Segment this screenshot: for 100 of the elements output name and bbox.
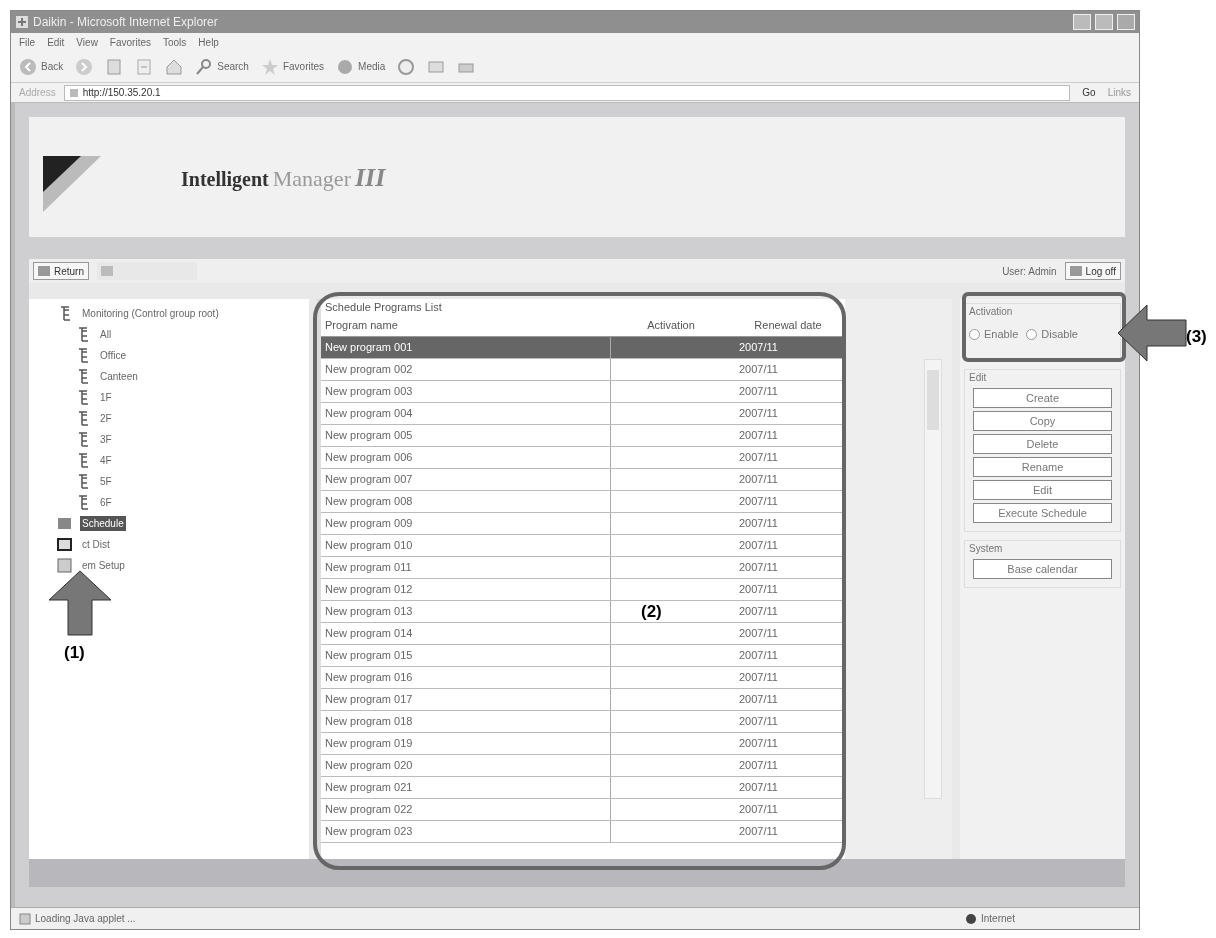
- table-cell: New program 004: [321, 403, 611, 424]
- radio-option[interactable]: Disable: [1026, 326, 1078, 343]
- tree-item[interactable]: 1F: [98, 390, 114, 405]
- table-row[interactable]: New program 014 2007/11: [321, 623, 845, 645]
- address-label: Address: [19, 86, 56, 100]
- status-text: Loading Java applet ...: [35, 912, 136, 926]
- table-row[interactable]: New program 019 2007/11: [321, 733, 845, 755]
- tree-item[interactable]: 6F: [98, 495, 114, 510]
- table-row[interactable]: New program 005 2007/11: [321, 425, 845, 447]
- media-button[interactable]: Media: [336, 57, 386, 76]
- table-row[interactable]: New program 006 2007/11: [321, 447, 845, 469]
- favorites-button[interactable]: Favorites: [260, 57, 325, 76]
- tree-item[interactable]: ct Dist: [80, 537, 112, 552]
- table-cell-text: 2007/11: [738, 670, 779, 686]
- table-cell: New program 016: [321, 667, 611, 688]
- table-row[interactable]: New program 004 2007/11: [321, 403, 845, 425]
- tree-item[interactable]: Monitoring (Control group root): [80, 306, 221, 321]
- table-row[interactable]: New program 003 2007/11: [321, 381, 845, 403]
- log-off-button[interactable]: Log off: [1064, 262, 1121, 280]
- globe-icon: [965, 912, 977, 925]
- table-cell: New program 008: [321, 491, 611, 512]
- search-button[interactable]: Search: [195, 57, 249, 76]
- table-row[interactable]: New program 023 2007/11: [321, 821, 845, 843]
- callout-arrow: [48, 570, 112, 636]
- table-cell: New program 012: [321, 579, 611, 600]
- table-row[interactable]: New program 022 2007/11: [321, 799, 845, 821]
- tree-item[interactable]: Office: [98, 348, 128, 363]
- tree-item[interactable]: Schedule: [80, 516, 126, 531]
- forward-button[interactable]: [75, 57, 94, 76]
- table-row[interactable]: New program 012 2007/11: [321, 579, 845, 601]
- table-cell: New program 013: [321, 601, 611, 622]
- tree-item[interactable]: 3F: [98, 432, 114, 447]
- table-row[interactable]: New program 002 2007/11: [321, 359, 845, 381]
- radio-option[interactable]: Enable: [969, 326, 1019, 343]
- table-row[interactable]: New program 021 2007/11: [321, 777, 845, 799]
- table-cell-text: 2007/11: [738, 582, 779, 598]
- column-header[interactable]: Activation: [611, 317, 731, 336]
- table-cell-text: 2007/11: [738, 406, 779, 422]
- table-cell: New program 017: [321, 689, 611, 710]
- table-row[interactable]: New program 009 2007/11: [321, 513, 845, 535]
- address-field[interactable]: http://150.35.20.1: [63, 84, 1071, 101]
- tree-item[interactable]: em Setup: [80, 558, 127, 573]
- page-icon: [68, 87, 79, 98]
- action-button[interactable]: Rename: [973, 457, 1112, 477]
- menu-item[interactable]: View: [76, 34, 98, 50]
- table-cell: New program 021: [321, 777, 611, 798]
- action-button[interactable]: Delete: [973, 434, 1112, 454]
- table-cell-text: 2007/11: [738, 824, 779, 840]
- column-header[interactable]: Renewal date: [731, 317, 845, 336]
- product-text: Manager: [272, 164, 351, 193]
- menu-item[interactable]: Favorites: [109, 34, 151, 50]
- action-button[interactable]: Copy: [973, 411, 1112, 431]
- table-cell-text: 2007/11: [738, 802, 779, 818]
- table-row[interactable]: New program 016 2007/11: [321, 667, 845, 689]
- page-icon: [19, 912, 31, 925]
- table-cell: New program 023: [321, 821, 611, 842]
- minimize-button[interactable]: [1073, 14, 1091, 30]
- menu-item[interactable]: Tools: [163, 34, 187, 50]
- callout-label: (1): [64, 642, 85, 664]
- brand-text: Intelligent: [181, 166, 269, 193]
- action-button[interactable]: Execute Schedule: [973, 503, 1112, 523]
- table-cell-text: 2007/11: [738, 340, 779, 356]
- table-row[interactable]: New program 011 2007/11: [321, 557, 845, 579]
- column-header[interactable]: Program name: [321, 317, 611, 336]
- tree-item[interactable]: 4F: [98, 453, 114, 468]
- table-row[interactable]: New program 001 2007/11: [321, 337, 845, 359]
- table-row[interactable]: New program 018 2007/11: [321, 711, 845, 733]
- action-button[interactable]: Create: [973, 388, 1112, 408]
- table-row[interactable]: New program 007 2007/11: [321, 469, 845, 491]
- table-cell-text: 2007/11: [738, 736, 779, 752]
- menu-item[interactable]: Edit: [47, 34, 65, 50]
- menu-item[interactable]: File: [19, 34, 36, 50]
- browser-icon: [15, 15, 29, 29]
- table-cell: New program 019: [321, 733, 611, 754]
- table-row[interactable]: New program 010 2007/11: [321, 535, 845, 557]
- menu-item[interactable]: Help: [198, 34, 219, 50]
- action-button[interactable]: Base calendar: [973, 559, 1112, 579]
- tree-item[interactable]: Canteen: [98, 369, 140, 384]
- table-row[interactable]: New program 020 2007/11: [321, 755, 845, 777]
- group-label: Activation: [969, 305, 1014, 319]
- tree-item[interactable]: All: [98, 327, 114, 342]
- maximize-button[interactable]: [1095, 14, 1113, 30]
- back-button[interactable]: Back: [19, 57, 64, 76]
- home-button[interactable]: [165, 57, 184, 76]
- table-cell: New program 002: [321, 359, 611, 380]
- table-row[interactable]: New program 013 (2) 2007/11: [321, 601, 845, 623]
- tree-item[interactable]: 5F: [98, 474, 114, 489]
- close-button[interactable]: [1117, 14, 1135, 30]
- table-cell-text: 2007/11: [738, 626, 779, 642]
- tree-item[interactable]: 2F: [98, 411, 114, 426]
- table-cell: New program 022: [321, 799, 611, 820]
- table-cell-text: 2007/11: [738, 362, 779, 378]
- table-row[interactable]: New program 008 2007/11: [321, 491, 845, 513]
- go-button[interactable]: Go: [1078, 85, 1100, 100]
- table-cell-text: 2007/11: [738, 714, 779, 730]
- table-row[interactable]: New program 015 2007/11: [321, 645, 845, 667]
- table-cell: New program 018: [321, 711, 611, 732]
- table-row[interactable]: New program 017 2007/11: [321, 689, 845, 711]
- action-button[interactable]: Edit: [973, 480, 1112, 500]
- return-button[interactable]: Return: [33, 262, 89, 280]
